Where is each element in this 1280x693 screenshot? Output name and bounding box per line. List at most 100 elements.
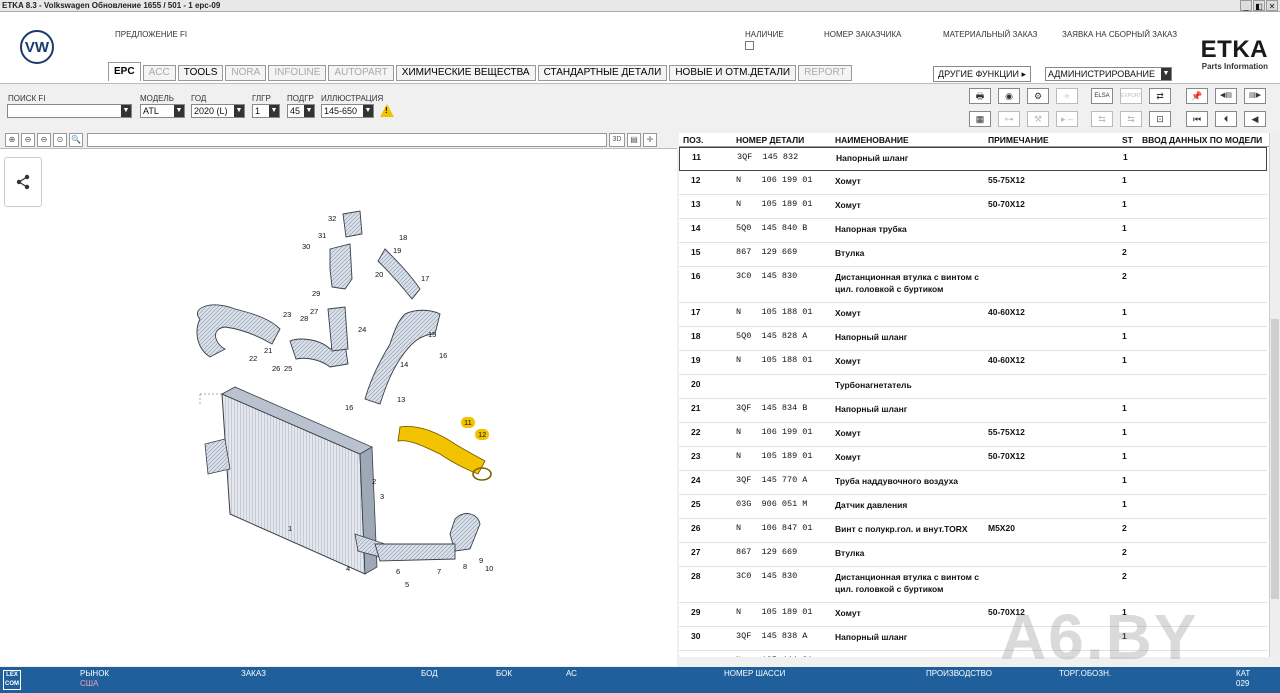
table-row[interactable]: 12 N 106 199 01 Хомут 55-75X12 1: [679, 171, 1267, 195]
tools-button[interactable]: ⚒: [1027, 111, 1049, 127]
illustration-select[interactable]: 145-650 ▼: [321, 104, 374, 118]
tab-epc[interactable]: EPC: [108, 62, 141, 81]
zoom-reset-icon[interactable]: ⊖: [37, 132, 51, 147]
table-row[interactable]: 17 N 105 188 01 Хомут 40-60X12 1: [679, 303, 1267, 327]
intercooler-part[interactable]: [199, 386, 389, 575]
assembly-order-label[interactable]: ЗАЯВКА НА СБОРНЫЙ ЗАКАЗ: [1062, 30, 1177, 39]
3d-button[interactable]: 3D: [609, 132, 625, 147]
transfer-button[interactable]: ⇄: [1149, 88, 1171, 104]
table-row[interactable]: 14 5Q0 145 840 B Напорная трубка 1: [679, 219, 1267, 243]
tab-standard-parts[interactable]: СТАНДАРТНЫЕ ДЕТАЛИ: [537, 65, 668, 81]
subgroup-select[interactable]: 45 ▼: [287, 104, 315, 118]
chevron-down-icon[interactable]: ▼: [1161, 68, 1171, 80]
header-st[interactable]: ST: [1122, 135, 1133, 145]
link-button[interactable]: ≈: [1056, 88, 1078, 104]
close-button[interactable]: ✕: [1266, 0, 1278, 11]
table-row[interactable]: 20 Турбонагнетатель: [679, 375, 1267, 399]
prev-button[interactable]: ◀: [1244, 111, 1266, 127]
tab-infoline[interactable]: INFOLINE: [268, 65, 327, 81]
header-note[interactable]: ПРИМЕЧАНИЕ: [988, 135, 1049, 145]
model-select[interactable]: ATL ▼: [140, 104, 185, 118]
row-note: 55-75X12: [988, 175, 1025, 185]
table-row[interactable]: 13 N 105 189 01 Хомут 50-70X12 1: [679, 195, 1267, 219]
table-row[interactable]: 28 3C0 145 830 Дистанционная втулка с винт…: [679, 567, 1267, 603]
tab-new-parts[interactable]: НОВЫЕ И ОТМ.ДЕТАЛИ: [669, 65, 797, 81]
pin-button[interactable]: 📌: [1186, 88, 1208, 104]
offer-label[interactable]: ПРЕДЛОЖЕНИЕ FI: [115, 30, 187, 39]
minus-button[interactable]: ▸ –: [1056, 111, 1078, 127]
illustration-search-input[interactable]: [87, 132, 607, 147]
chevron-down-icon[interactable]: ▼: [363, 105, 373, 117]
row-st: 2: [1122, 247, 1127, 257]
material-order-label[interactable]: МАТЕРИАЛЬНЫЙ ЗАКАЗ: [943, 30, 1037, 39]
tab-acc[interactable]: ACC: [142, 65, 176, 81]
search-fi-select[interactable]: ▼: [7, 104, 132, 118]
zoom-in-icon[interactable]: ⊕: [5, 132, 19, 147]
scrollbar-thumb[interactable]: [1271, 319, 1279, 599]
table-row[interactable]: 19 N 105 188 01 Хомут 40-60X12 1: [679, 351, 1267, 375]
table-row[interactable]: 24 3QF 145 770 A Труба наддувочного воздух…: [679, 471, 1267, 495]
chevron-down-icon[interactable]: ▼: [121, 105, 131, 117]
table-scrollbar[interactable]: [1269, 133, 1280, 657]
tab-autopart[interactable]: AUTOPART: [328, 65, 394, 81]
table-row[interactable]: 25 03G 906 051 M Датчик давления 1: [679, 495, 1267, 519]
move-icon[interactable]: ✛: [643, 132, 657, 147]
header-name[interactable]: НАИМЕНОВАНИЕ: [835, 135, 909, 145]
row-part-number: N 105 189 01: [736, 199, 813, 209]
print-button[interactable]: 🖶: [969, 88, 991, 104]
customer-number-label[interactable]: НОМЕР ЗАКАЗЧИКА: [824, 30, 901, 39]
table-row[interactable]: 15 867 129 669 Втулка 2: [679, 243, 1267, 267]
group-select[interactable]: 1 ▼: [252, 104, 280, 118]
elsa-button[interactable]: ELSA: [1091, 88, 1113, 104]
first-button[interactable]: ⏮: [1186, 111, 1208, 127]
row-part-number: 3C0 145 830: [736, 571, 798, 581]
warning-icon[interactable]: !: [380, 104, 394, 117]
header-pos[interactable]: ПОЗ.: [683, 135, 703, 145]
export-button[interactable]: EXPORT: [1120, 88, 1142, 104]
tab-nora[interactable]: NORA: [225, 65, 267, 81]
hose-8-part[interactable]: [374, 513, 481, 562]
header-number[interactable]: НОМЕР ДЕТАЛИ: [736, 135, 804, 145]
parts-diagram[interactable]: 32 31 30 29 28 27 26 25 24 23 22 21 20 1…: [0, 149, 677, 667]
swap2-button[interactable]: ⇆: [1120, 111, 1142, 127]
table-row[interactable]: 26 N 106 847 01 Винт с полукр.гол. и внут.…: [679, 519, 1267, 543]
key-button[interactable]: ⊶: [998, 111, 1020, 127]
table-row[interactable]: 18 5Q0 145 828 A Напорный шланг 1: [679, 327, 1267, 351]
chevron-down-icon[interactable]: ▼: [174, 105, 184, 117]
row-pos: 29: [691, 607, 701, 617]
settings-button[interactable]: ⚙: [1027, 88, 1049, 104]
prev-page-button[interactable]: ◀▤: [1215, 88, 1237, 104]
header-model[interactable]: ВВОД ДАННЫХ ПО МОДЕЛИ: [1142, 135, 1262, 145]
zoom-out-icon[interactable]: ⊖: [21, 132, 35, 147]
tab-tools[interactable]: TOOLS: [177, 65, 224, 81]
functions-select[interactable]: АДМИНИСТРИРОВАНИЕ ▼: [1045, 67, 1172, 81]
row-st: 1: [1122, 307, 1127, 317]
cart-button[interactable]: ⊡: [1149, 111, 1171, 127]
zoom-fit-icon[interactable]: ⊙: [53, 132, 67, 147]
back-button[interactable]: ⏴: [1215, 111, 1237, 127]
search-icon[interactable]: 🔍: [69, 132, 83, 147]
restore-button[interactable]: ◧: [1253, 0, 1265, 11]
table-row[interactable]: 11 3QF 145 832 Напорный шланг 1: [679, 147, 1267, 171]
layout-icon[interactable]: ▤: [627, 132, 641, 147]
tab-chemicals[interactable]: ХИМИЧЕСКИЕ ВЕЩЕСТВА: [395, 65, 536, 81]
minimize-button[interactable]: _: [1240, 0, 1252, 11]
swap-button[interactable]: ⇆: [1091, 111, 1113, 127]
chevron-down-icon[interactable]: ▼: [304, 105, 314, 117]
availability-checkbox[interactable]: [745, 41, 754, 50]
chevron-down-icon[interactable]: ▼: [234, 105, 244, 117]
year-select[interactable]: 2020 (L) ▼: [191, 104, 245, 118]
other-functions-button[interactable]: ДРУГИЕ ФУНКЦИИ ▸: [933, 66, 1031, 82]
table-row[interactable]: 23 N 105 189 01 Хомут 50-70X12 1: [679, 447, 1267, 471]
pipe-24-part[interactable]: [289, 306, 349, 368]
table-button[interactable]: ▦: [969, 111, 991, 127]
table-row[interactable]: 27 867 129 669 Втулка 2: [679, 543, 1267, 567]
next-page-button[interactable]: ▤▶: [1244, 88, 1266, 104]
chevron-down-icon[interactable]: ▼: [269, 105, 279, 117]
table-row[interactable]: 16 3C0 145 830 Дистанционная втулка с винт…: [679, 267, 1267, 303]
row-part-number: 03G 906 051 M: [736, 499, 808, 509]
table-row[interactable]: 21 3QF 145 834 B Напорный шланг 1: [679, 399, 1267, 423]
tab-report[interactable]: REPORT: [798, 65, 852, 81]
view-button[interactable]: ◉: [998, 88, 1020, 104]
table-row[interactable]: 22 N 106 199 01 Хомут 55-75X12 1: [679, 423, 1267, 447]
